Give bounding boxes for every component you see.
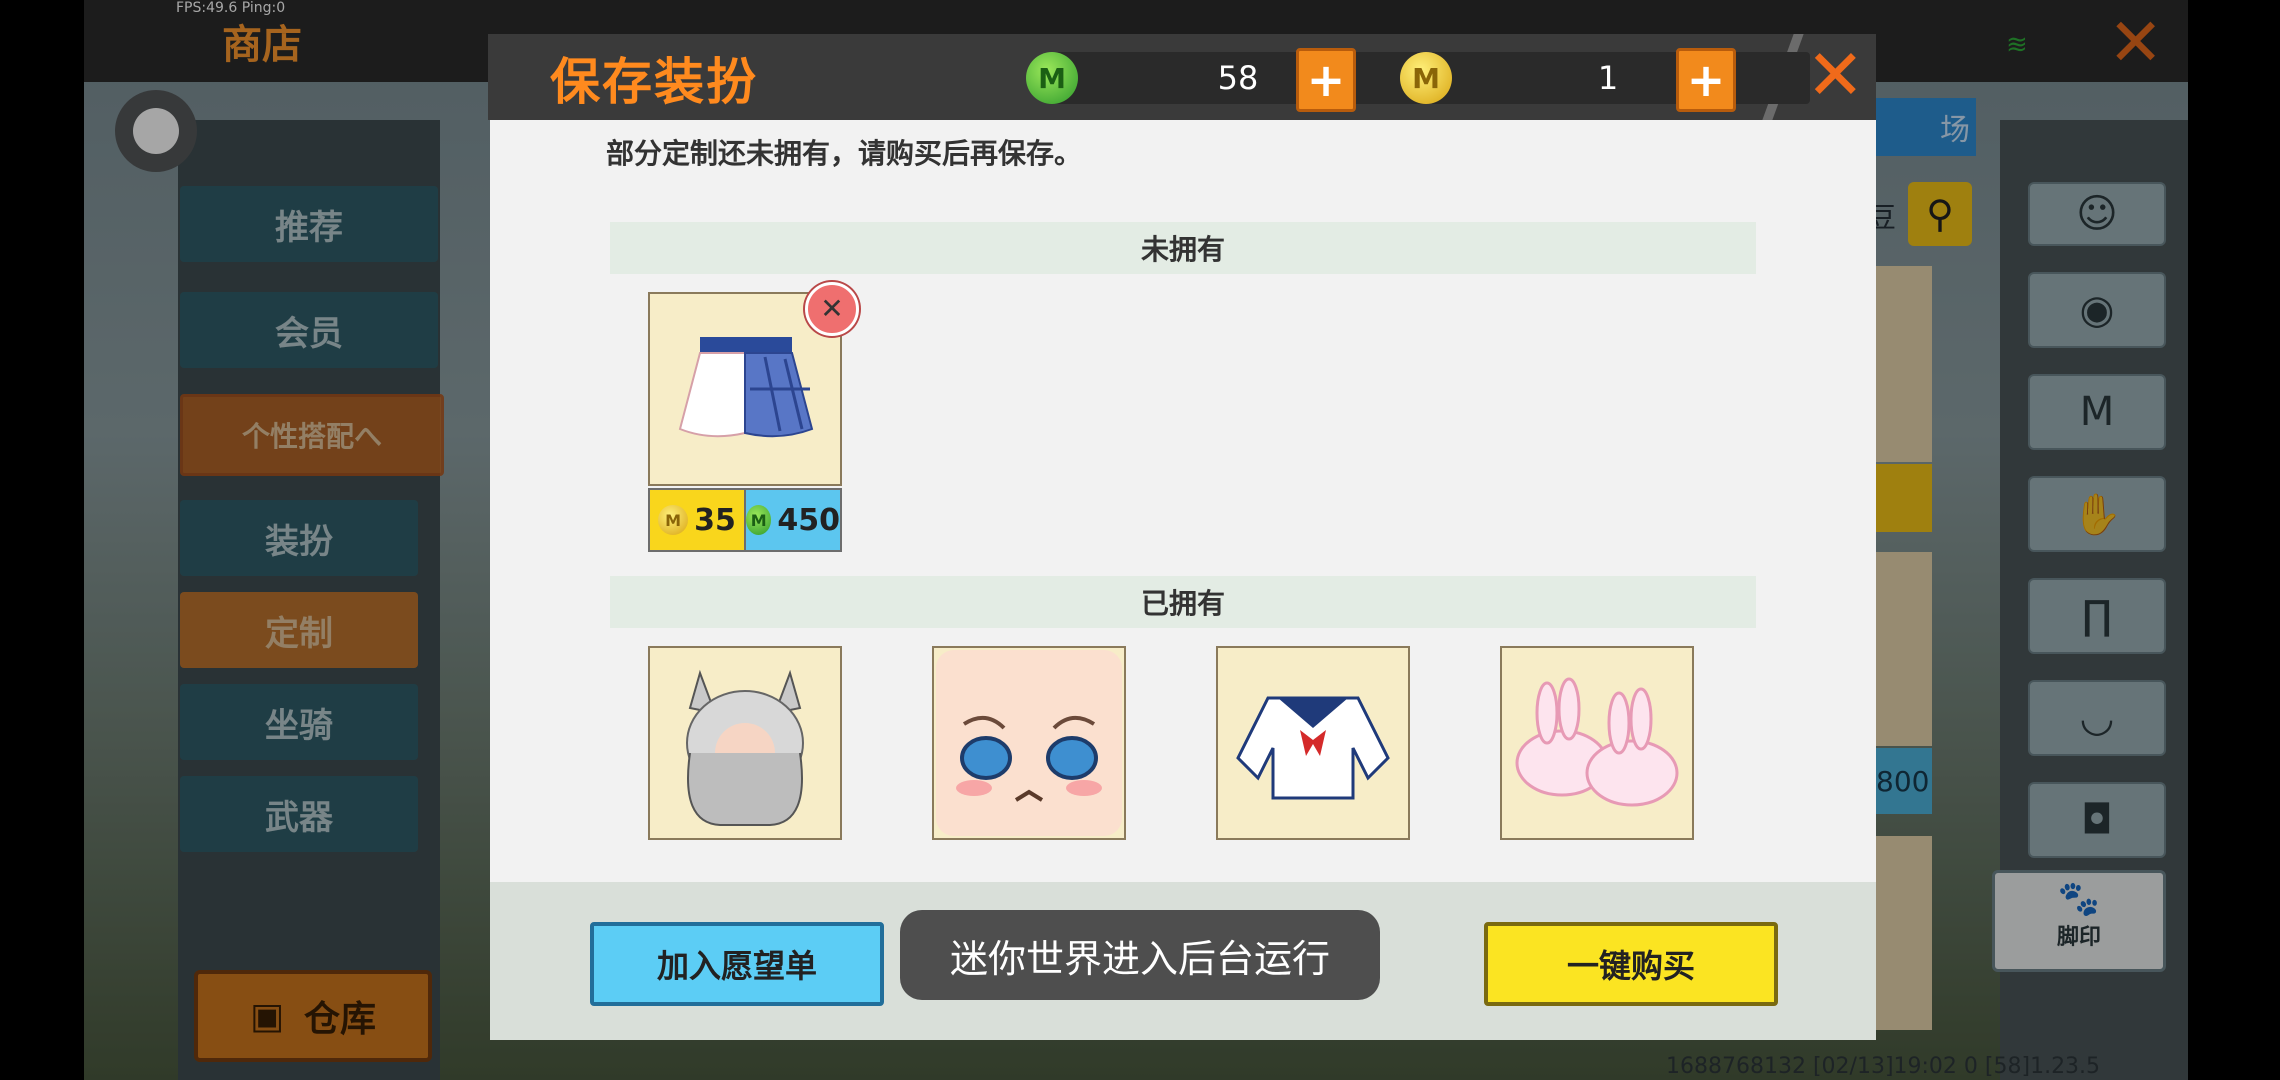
bean-icon: M [746, 505, 772, 535]
add-gold-currency-button[interactable]: + [1676, 48, 1736, 112]
owned-item-card[interactable] [648, 646, 842, 840]
notice-text: 部分定制还未拥有，请购买后再保存。 [606, 137, 1083, 170]
close-icon[interactable]: ✕ [1806, 40, 1865, 110]
face-icon [936, 650, 1122, 836]
green-price-button[interactable]: M 450 [744, 488, 842, 552]
plus-icon: + [1686, 53, 1726, 107]
mini-coin-icon: M [1400, 52, 1452, 104]
mini-bean-icon: M [1026, 52, 1078, 104]
cat-ear-hair-icon [686, 669, 804, 826]
owned-item-card[interactable] [1216, 646, 1410, 840]
add-green-currency-button[interactable]: + [1296, 48, 1356, 112]
owned-header: 已拥有 [610, 576, 1756, 628]
save-outfit-dialog: 保存装扮 M 58 + M 1 + ✕ 部分定制还未拥有，请购买后再保存。 未拥… [488, 34, 1876, 1040]
build-info: 1688768132 [02/13]19:02 0 [58]1.23.5 [1666, 1054, 2101, 1079]
add-to-wishlist-button[interactable]: 加入愿望单 [590, 922, 884, 1006]
buy-all-label: 一键购买 [1566, 947, 1695, 985]
green-price: 450 [777, 502, 840, 538]
gold-price-button[interactable]: M 35 [648, 488, 746, 552]
section-title: 未拥有 [1140, 233, 1225, 266]
background-run-toast: 迷你世界进入后台运行 [900, 910, 1380, 1000]
owned-item-card[interactable] [1500, 646, 1694, 840]
coin-icon: M [658, 505, 689, 535]
bunny-slippers-icon [1515, 677, 1679, 807]
owned-item-card[interactable] [932, 646, 1126, 840]
section-title: 已拥有 [1140, 587, 1225, 620]
wishlist-label: 加入愿望单 [656, 947, 817, 985]
gold-price: 35 [694, 502, 736, 538]
dialog-footer: 加入愿望单 迷你世界进入后台运行 一键购买 [490, 882, 1876, 1040]
buy-all-button[interactable]: 一键购买 [1484, 922, 1778, 1006]
plus-icon: + [1306, 53, 1346, 107]
toast-text: 迷你世界进入后台运行 [949, 936, 1330, 981]
remove-item-button[interactable]: ✕ [805, 282, 859, 336]
not-owned-header: 未拥有 [610, 222, 1756, 274]
skirt-icon [678, 337, 814, 438]
sailor-top-icon [1236, 696, 1390, 800]
dialog-title: 保存装扮 [550, 53, 758, 111]
